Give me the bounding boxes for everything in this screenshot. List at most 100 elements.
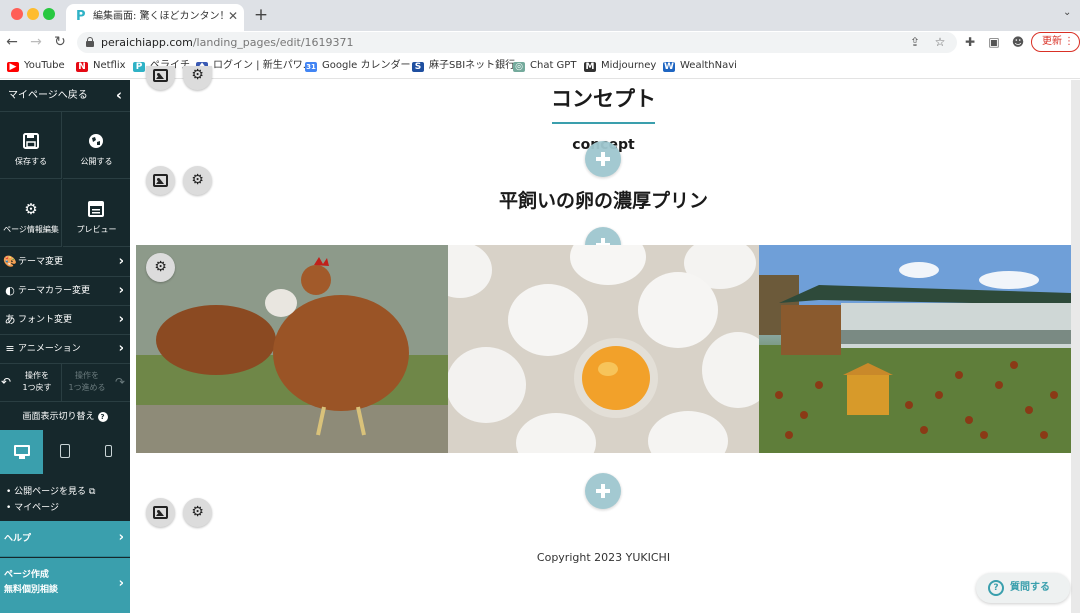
bookmark-label: ログイン | 新生パワ... xyxy=(213,60,313,71)
peraichi-icon: P xyxy=(133,62,145,72)
bookmark-netflix[interactable]: N Netflix xyxy=(76,59,126,73)
bookmark-star-icon[interactable]: ☆ xyxy=(932,34,948,51)
back-arrow-icon[interactable]: ← xyxy=(3,33,21,51)
free-consultation-button[interactable]: ページ作成 無料個別相談 › xyxy=(0,558,130,613)
image-icon xyxy=(153,174,168,187)
back-to-mypage-button[interactable]: マイページへ戻る ‹ xyxy=(0,80,130,112)
netflix-icon: N xyxy=(76,62,88,72)
profile-avatar-icon[interactable]: ☻ xyxy=(1010,34,1026,51)
footer-copyright[interactable]: Copyright 2023 YUKICHI xyxy=(136,551,1071,565)
desktop-monitor-icon xyxy=(13,443,31,461)
preview-window-icon xyxy=(87,200,105,218)
tab-close-icon[interactable]: ✕ xyxy=(226,9,240,23)
photo-settings-button[interactable]: ⚙ xyxy=(146,253,175,282)
bookmark-sbi-bank[interactable]: S 麻子SBIネット銀行 xyxy=(412,59,515,73)
theme-color-label: テーマカラー変更 xyxy=(18,286,91,296)
public-page-link[interactable]: 公開ページを見る⧉ xyxy=(6,484,95,500)
tablet-icon xyxy=(56,443,74,461)
url-host: peraichiapp.com xyxy=(101,36,193,49)
preview-button[interactable]: プレビュー xyxy=(63,180,130,247)
chevron-right-icon: › xyxy=(118,283,124,298)
canvas-scrollbar-gutter[interactable] xyxy=(1071,80,1080,613)
desktop-view-button[interactable] xyxy=(0,430,43,474)
window-maximize-button[interactable] xyxy=(43,8,55,20)
new-tab-button[interactable]: + xyxy=(252,5,270,25)
preview-label: プレビュー xyxy=(76,225,117,234)
bookmark-youtube[interactable]: ▶ YouTube xyxy=(7,59,65,73)
consultation-label: ページ作成 無料個別相談 xyxy=(4,570,59,595)
block-heading[interactable]: 平飼いの卵の濃厚プリン xyxy=(136,189,1071,213)
google-calendar-icon: 31 xyxy=(305,62,317,72)
question-circle-icon[interactable]: ? xyxy=(97,412,108,422)
side-panel-icon[interactable]: ▣ xyxy=(986,34,1002,51)
save-label: 保存する xyxy=(15,157,47,166)
image-icon xyxy=(153,506,168,519)
redo-button[interactable]: 操作を 1つ進める ↷ xyxy=(63,364,130,402)
editor-sidebar: マイページへ戻る ‹ 保存する 公開する ⚙ ページ情報編集 プレビュー 🎨 テ… xyxy=(0,80,130,613)
browser-toolbar: ← → ↻ peraichiapp.com/landing_pages/edit… xyxy=(0,31,1080,54)
share-icon[interactable]: ⇪ xyxy=(907,34,923,51)
forward-arrow-icon[interactable]: → xyxy=(27,33,45,51)
footer-settings-button[interactable]: ⚙ xyxy=(183,498,212,527)
gear-icon: ⚙ xyxy=(191,504,204,520)
theme-change-label: テーマ変更 xyxy=(18,257,64,267)
bookmark-label: Midjourney xyxy=(601,60,657,71)
font-change-row[interactable]: あ フォント変更 › xyxy=(0,306,130,335)
extensions-puzzle-icon[interactable]: ✚ xyxy=(962,34,978,51)
wealthnavi-icon: W xyxy=(663,62,675,72)
tab-search-chevron-icon[interactable]: ⌄ xyxy=(1063,7,1075,23)
youtube-icon: ▶ xyxy=(7,62,19,72)
palette-icon: 🎨 xyxy=(3,255,17,268)
question-circle-icon: ? xyxy=(988,580,1004,596)
help-label: ヘルプ xyxy=(4,534,32,544)
reload-icon[interactable]: ↻ xyxy=(51,33,69,51)
title-underline xyxy=(552,122,655,124)
tablet-view-button[interactable] xyxy=(43,430,86,474)
color-palette-icon: ◐ xyxy=(5,284,15,297)
menu-dots-icon: ⋮ xyxy=(1064,36,1074,47)
sidebar-links: 公開ページを見る⧉ マイページ xyxy=(6,484,95,516)
address-bar[interactable]: peraichiapp.com/landing_pages/edit/16193… xyxy=(77,32,957,53)
mobile-view-button[interactable] xyxy=(86,430,129,474)
undo-label: 操作を 1つ戻す xyxy=(22,371,52,392)
browser-tab-active[interactable]: P 編集画面: 驚くほどカンタン！無料 ✕ xyxy=(66,4,244,31)
mypage-label: マイページ xyxy=(14,503,59,513)
chevron-left-icon: ‹ xyxy=(115,86,122,104)
floppy-disk-icon xyxy=(22,132,40,150)
window-minimize-button[interactable] xyxy=(27,8,39,20)
footer-image-button[interactable] xyxy=(146,498,175,527)
section-title[interactable]: コンセプト xyxy=(136,86,1071,112)
bookmark-google-calendar[interactable]: 31 Google カレンダー xyxy=(305,59,410,73)
add-block-button[interactable] xyxy=(585,473,621,509)
add-block-button[interactable] xyxy=(585,141,621,177)
public-page-label: 公開ページを見る xyxy=(14,487,86,497)
bookmark-shinsei-login[interactable]: ♦ログイン | 新生パワ... xyxy=(196,59,312,73)
mypage-link[interactable]: マイページ xyxy=(6,500,95,516)
theme-change-row[interactable]: 🎨 テーマ変更 › xyxy=(0,248,130,277)
page-info-edit-button[interactable]: ⚙ ページ情報編集 xyxy=(0,180,62,247)
help-button[interactable]: ヘルプ › xyxy=(0,521,130,557)
gear-icon: ⚙ xyxy=(154,259,167,275)
window-close-button[interactable] xyxy=(11,8,23,20)
publish-label: 公開する xyxy=(80,157,113,166)
chevron-right-icon: › xyxy=(118,341,124,356)
update-browser-button[interactable]: 更新 ⋮ xyxy=(1031,32,1080,52)
bookmark-midjourney[interactable]: M Midjourney xyxy=(584,59,656,73)
photo-eggs[interactable] xyxy=(448,245,759,453)
font-icon: あ xyxy=(4,313,16,326)
ask-question-button[interactable]: ? 質問する xyxy=(976,573,1070,603)
undo-button[interactable]: ↶ 操作を 1つ戻す xyxy=(0,364,62,402)
animation-label: アニメーション xyxy=(18,344,81,354)
bookmark-label: Netflix xyxy=(93,60,126,71)
lock-icon xyxy=(86,37,94,48)
animation-row[interactable]: ≡ アニメーション › xyxy=(0,335,130,364)
photo-farm[interactable] xyxy=(759,245,1071,453)
chevron-right-icon: › xyxy=(118,576,124,591)
bookmark-chatgpt[interactable]: ◎ Chat GPT xyxy=(513,59,576,73)
save-button[interactable]: 保存する xyxy=(0,112,62,179)
globe-icon xyxy=(87,132,105,150)
photo-hens[interactable] xyxy=(136,245,448,453)
publish-button[interactable]: 公開する xyxy=(63,112,130,179)
bookmark-wealthnavi[interactable]: W WealthNavi xyxy=(663,59,737,73)
theme-color-change-row[interactable]: ◐ テーマカラー変更 › xyxy=(0,277,130,306)
